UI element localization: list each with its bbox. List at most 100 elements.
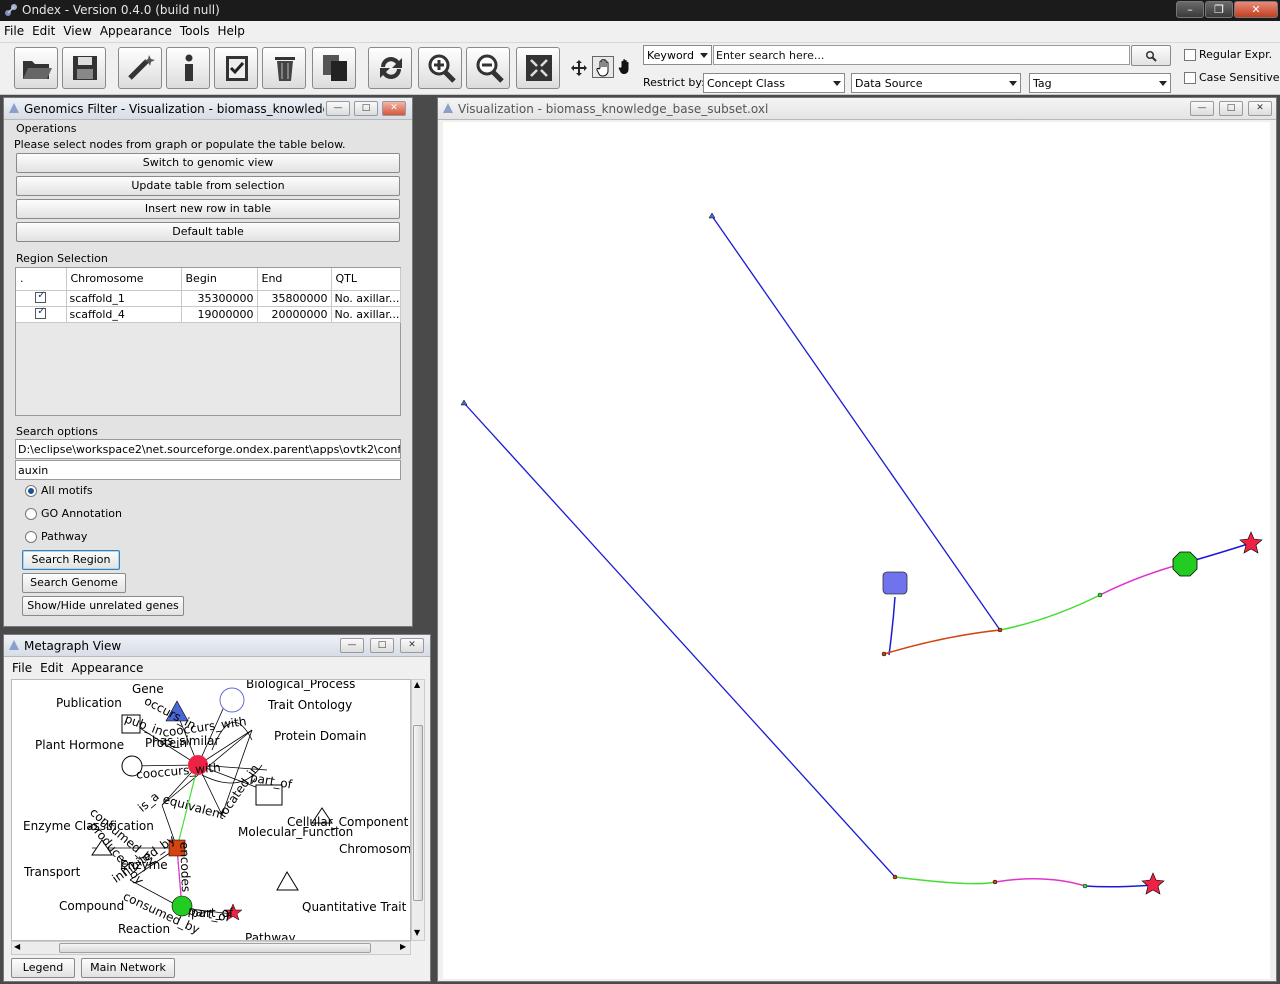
scroll-down-icon[interactable]: ▼ xyxy=(414,928,420,937)
menu-edit[interactable]: Edit xyxy=(28,21,59,38)
row-checkbox[interactable] xyxy=(35,306,47,319)
meta-node-compound[interactable]: Compound xyxy=(59,899,124,913)
frame-minimize-button[interactable]: — xyxy=(1190,101,1214,116)
frame-maximize-button[interactable]: □ xyxy=(370,638,394,653)
open-button[interactable] xyxy=(14,47,58,89)
pan-mode-button[interactable] xyxy=(592,56,614,78)
menu-view[interactable]: View xyxy=(59,21,95,38)
scroll-left-icon[interactable]: ◀ xyxy=(14,942,20,951)
info-button[interactable] xyxy=(166,47,210,89)
graph-edge xyxy=(1099,562,1186,596)
search-genome-button[interactable]: Search Genome xyxy=(22,573,126,593)
insert-row-button[interactable]: Insert new row in table xyxy=(16,199,400,219)
frame-maximize-button[interactable]: □ xyxy=(354,101,378,116)
genomics-filter-title-bar[interactable]: Genomics Filter - Visualization - biomas… xyxy=(4,98,412,120)
legend-tab[interactable]: Legend xyxy=(11,958,75,978)
search-input[interactable]: Enter search here... xyxy=(713,45,1130,65)
metagraph-title-bar[interactable]: Metagraph View — □ ✕ xyxy=(4,635,430,657)
meta-node-reaction[interactable]: Reaction xyxy=(118,922,170,936)
meta-node-plant-hormone[interactable]: Plant Hormone xyxy=(35,738,124,752)
menu-appearance[interactable]: Appearance xyxy=(96,21,176,38)
meta-node-chromosome[interactable]: Chromosome xyxy=(339,842,410,856)
meta-menu-edit[interactable]: Edit xyxy=(36,658,67,675)
col-header-end[interactable]: End xyxy=(257,268,332,291)
radio-go-annotation[interactable] xyxy=(25,508,37,520)
cell-chromosome: scaffold_1 xyxy=(66,290,182,307)
search-region-button[interactable]: Search Region xyxy=(22,550,120,570)
frame-close-button[interactable]: ✕ xyxy=(400,638,424,653)
close-button[interactable]: ✕ xyxy=(1234,1,1278,18)
meta-menu-file[interactable]: File xyxy=(4,658,36,675)
maximize-button[interactable]: ❐ xyxy=(1205,1,1233,18)
case-sensitive-checkbox[interactable] xyxy=(1184,72,1196,84)
frame-minimize-button[interactable]: — xyxy=(326,101,350,116)
refresh-button[interactable] xyxy=(368,47,412,89)
meta-node-biological-process[interactable]: Biological_Process xyxy=(246,680,355,691)
region-table[interactable]: . Chromosome Begin End QTL scaffold_1 35… xyxy=(15,267,401,416)
col-header-qtl[interactable]: QTL xyxy=(331,268,401,291)
fit-to-screen-button[interactable] xyxy=(516,47,560,89)
frame-maximize-button[interactable]: □ xyxy=(1219,101,1243,116)
save-button[interactable] xyxy=(62,47,106,89)
meta-node-quantitative-trait-locus[interactable]: Quantitative Trait Lo xyxy=(302,900,410,914)
config-path-field[interactable]: D:\eclipse\workspace2\net.sourceforge.on… xyxy=(15,439,401,459)
delete-button[interactable] xyxy=(262,47,306,89)
radio-all-motifs[interactable] xyxy=(25,485,37,497)
row-checkbox[interactable] xyxy=(35,290,47,303)
zoom-out-button[interactable] xyxy=(466,47,510,89)
meta-node-pathway[interactable]: Pathway xyxy=(245,931,296,940)
meta-node-trait-ontology[interactable]: Trait Ontology xyxy=(268,698,352,712)
graph-node xyxy=(460,399,468,406)
minimize-button[interactable]: – xyxy=(1176,1,1204,18)
horizontal-scrollbar[interactable]: ◀ ▶ xyxy=(11,941,411,955)
menu-tools[interactable]: Tools xyxy=(176,21,214,38)
col-header-begin[interactable]: Begin xyxy=(181,268,258,291)
tag-select[interactable]: Tag xyxy=(1029,73,1171,93)
vertical-scrollbar[interactable]: ▲ ▼ xyxy=(411,679,425,941)
meta-node-publication[interactable]: Publication xyxy=(56,696,122,710)
main-network-tab[interactable]: Main Network xyxy=(81,958,175,978)
regular-expr-checkbox[interactable] xyxy=(1184,49,1196,61)
search-mode-select[interactable]: Keyword xyxy=(643,45,712,65)
vertical-scroll-thumb[interactable] xyxy=(413,725,423,901)
grab-hand-icon[interactable] xyxy=(618,59,632,75)
meta-node-protein-domain[interactable]: Protein Domain xyxy=(274,729,366,743)
horizontal-scroll-thumb[interactable] xyxy=(59,943,371,953)
cell-qtl: No. axillar... xyxy=(331,290,401,307)
col-header-check[interactable]: . xyxy=(16,268,67,291)
show-hide-unrelated-button[interactable]: Show/Hide unrelated genes xyxy=(22,596,184,616)
col-header-chromosome[interactable]: Chromosome xyxy=(66,268,182,291)
frame-minimize-button[interactable]: — xyxy=(340,638,364,653)
meta-node-molecular-function[interactable]: Molecular_Function xyxy=(238,825,353,839)
table-row[interactable]: scaffold_1 35300000 35800000 No. axillar… xyxy=(16,290,401,307)
frame-close-button[interactable]: ✕ xyxy=(382,101,406,116)
select-list-button[interactable] xyxy=(214,47,258,89)
concept-class-select[interactable]: Concept Class xyxy=(703,73,845,93)
visualization-title-bar[interactable]: Visualization - biomass_knowledge_base_s… xyxy=(438,98,1276,120)
frame-close-button[interactable]: ✕ xyxy=(1248,101,1272,116)
switch-genomic-view-button[interactable]: Switch to genomic view xyxy=(16,153,400,173)
update-table-button[interactable]: Update table from selection xyxy=(16,176,400,196)
graph-edge xyxy=(1084,884,1154,888)
magic-wand-button[interactable] xyxy=(118,47,162,89)
window-title-bar[interactable]: Ondex - Version 0.4.0 (build null) – ❐ ✕ xyxy=(0,0,1280,21)
frame-icon xyxy=(443,103,453,113)
default-table-button[interactable]: Default table xyxy=(16,222,400,242)
visualization-canvas[interactable] xyxy=(443,122,1270,979)
move-icon[interactable] xyxy=(570,59,588,77)
search-button[interactable] xyxy=(1131,45,1171,66)
radio-pathway[interactable] xyxy=(25,531,37,543)
data-source-select[interactable]: Data Source xyxy=(851,73,1021,93)
table-row[interactable]: scaffold_4 19000000 20000000 No. axillar… xyxy=(16,306,401,323)
copy-button[interactable] xyxy=(312,47,356,89)
menu-help[interactable]: Help xyxy=(213,21,248,38)
zoom-in-button[interactable] xyxy=(418,47,462,89)
visualization-title: Visualization - biomass_knowledge_base_s… xyxy=(458,102,769,116)
metagraph-canvas[interactable]: Gene Biological_Process Publication Trai… xyxy=(11,679,411,941)
scroll-up-icon[interactable]: ▲ xyxy=(414,680,420,689)
meta-node-transport[interactable]: Transport xyxy=(24,865,80,879)
meta-menu-appearance[interactable]: Appearance xyxy=(67,658,147,675)
menu-file[interactable]: File xyxy=(0,21,28,38)
scroll-right-icon[interactable]: ▶ xyxy=(400,942,406,951)
keyword-field[interactable]: auxin xyxy=(15,460,401,480)
